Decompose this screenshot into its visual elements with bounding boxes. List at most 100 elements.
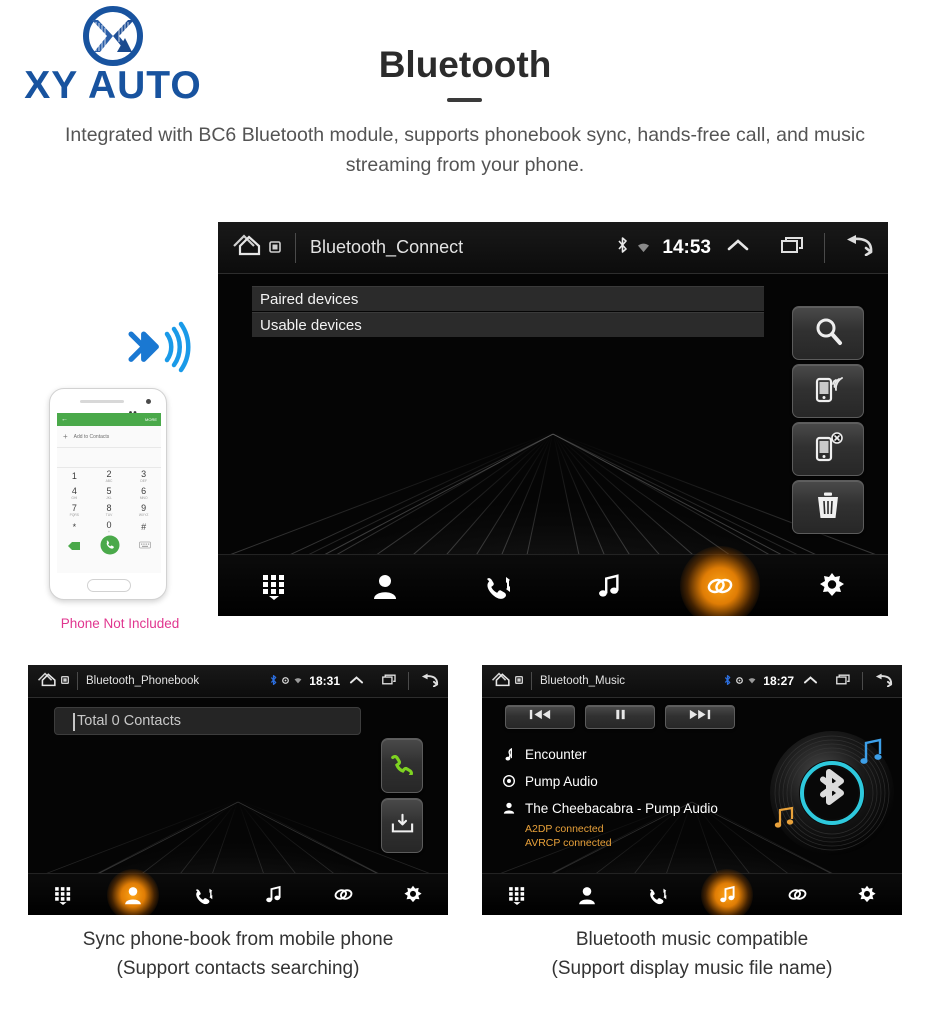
list-item-label: Paired devices <box>260 290 359 308</box>
note-icon <box>503 747 515 761</box>
pause-button[interactable] <box>585 705 655 729</box>
sidebar-item-music[interactable] <box>260 882 286 908</box>
backspace-icon[interactable] <box>67 538 81 556</box>
statusbar-divider <box>295 232 296 263</box>
sidebar-item-settings[interactable] <box>812 566 852 606</box>
track-info: Encounter Pump Audio The Cheebacabra - P… <box>503 743 773 849</box>
dial-key-digit: * <box>72 522 77 532</box>
dial-key[interactable]: 8 TUV <box>92 502 127 519</box>
profile-avrcp: AVRCP connected <box>525 837 612 849</box>
next-track-button[interactable] <box>665 705 735 729</box>
wifi-icon <box>294 675 302 687</box>
dial-key[interactable]: 2 ABC <box>92 468 127 485</box>
phone-connect-icon <box>812 374 844 409</box>
bluetooth-signal-icon <box>121 320 205 386</box>
recents-icon[interactable] <box>836 674 851 688</box>
statusbar-divider-2 <box>824 232 825 263</box>
back-icon[interactable] <box>874 673 893 690</box>
recents-icon[interactable] <box>382 674 397 688</box>
track-artist-row: The Cheebacabra - Pump Audio <box>503 797 773 819</box>
contacts-search-placeholder: Total 0 Contacts <box>77 713 181 729</box>
dial-key[interactable]: * <box>57 519 92 536</box>
phonebook-call-button[interactable] <box>381 738 423 793</box>
chevron-up-icon[interactable] <box>349 675 364 688</box>
sidebar-item-dialpad[interactable] <box>254 566 294 606</box>
back-icon[interactable] <box>420 673 439 690</box>
sidebar-item-dialpad[interactable] <box>504 882 530 908</box>
list-item-paired-devices[interactable]: Paired devices <box>252 286 764 311</box>
download-contacts-button[interactable] <box>381 798 423 853</box>
dial-key[interactable]: # <box>126 519 161 536</box>
dial-key-digit: 8 <box>106 503 112 513</box>
bottom-nav <box>28 873 448 915</box>
dial-key-sub: WXYZ <box>138 513 149 517</box>
transport-controls <box>505 705 735 729</box>
track-title: Encounter <box>525 746 587 762</box>
track-album-row: Pump Audio <box>503 770 773 792</box>
sidebar-item-link[interactable] <box>700 566 740 606</box>
call-button-icon[interactable] <box>100 535 120 560</box>
profile-a2dp: A2DP connected <box>525 823 604 835</box>
dial-key-sub: ABC <box>105 479 113 483</box>
music-caption-line2: (Support display music file name) <box>551 958 833 979</box>
previous-track-button[interactable] <box>505 705 575 729</box>
sidebar-item-call-history[interactable] <box>644 882 670 908</box>
chevron-up-icon[interactable] <box>726 237 750 258</box>
dial-key[interactable]: 3 DEF <box>126 468 161 485</box>
chevron-up-icon[interactable] <box>803 675 818 688</box>
dial-key-digit: 1 <box>71 471 77 481</box>
dial-key-digit: 7 <box>71 503 77 513</box>
home-button[interactable] <box>491 671 523 691</box>
add-to-contacts-row[interactable]: + Add to Contacts <box>57 426 161 448</box>
connect-device-button[interactable] <box>792 364 864 418</box>
dialer-keypad[interactable]: 1 2 ABC 3 DEF 4 GHI 5 JKL 6 MNO 7 PQRS 8 TUV 9W… <box>57 468 161 536</box>
dial-key[interactable]: 5 JKL <box>92 485 127 502</box>
track-title-row: Encounter <box>503 743 773 765</box>
page-subtitle: Integrated with BC6 Bluetooth module, su… <box>65 124 865 176</box>
home-button[interactable] <box>37 671 69 691</box>
brand-name: XY AUTO <box>24 64 202 107</box>
back-arrow-icon[interactable]: ← <box>61 416 68 423</box>
sidebar-item-contacts[interactable] <box>365 566 405 606</box>
sidebar-item-settings[interactable] <box>400 882 426 908</box>
home-icon[interactable] <box>491 671 511 691</box>
disc-icon <box>503 775 515 787</box>
dial-key[interactable]: 0 + <box>92 519 127 536</box>
sidebar-item-dialpad[interactable] <box>50 882 76 908</box>
sidebar-item-link[interactable] <box>784 882 810 908</box>
sidebar-item-music[interactable] <box>589 566 629 606</box>
dial-key-digit: 6 <box>141 486 147 496</box>
sidebar-item-music[interactable] <box>714 882 740 908</box>
contacts-search-input[interactable]: Total 0 Contacts <box>54 707 361 735</box>
keyboard-icon[interactable] <box>139 538 152 556</box>
sidebar-item-contacts[interactable] <box>120 882 146 908</box>
sidebar-item-settings[interactable] <box>854 882 880 908</box>
home-icon[interactable] <box>232 232 262 263</box>
dial-key[interactable]: 9 WXYZ <box>126 502 161 519</box>
statusbar-divider <box>531 672 532 690</box>
dial-key[interactable]: 6 MNO <box>126 485 161 502</box>
track-artist: The Cheebacabra - Pump Audio <box>525 800 718 816</box>
delete-device-button[interactable] <box>792 480 864 534</box>
dial-key-digit: 9 <box>141 503 147 513</box>
recents-icon[interactable] <box>781 236 805 259</box>
sidebar-item-contacts[interactable] <box>574 882 600 908</box>
back-icon[interactable] <box>844 234 874 261</box>
sidebar-item-link[interactable] <box>330 882 356 908</box>
music-caption-line1: Bluetooth music compatible <box>575 929 809 950</box>
dialer-more-label[interactable]: MORE <box>145 417 157 422</box>
disconnect-device-button[interactable] <box>792 422 864 476</box>
dial-key-sub: MNO <box>139 496 148 500</box>
dial-key[interactable]: 1 <box>57 468 92 485</box>
home-icon[interactable] <box>37 671 57 691</box>
sidebar-item-call-history[interactable] <box>190 882 216 908</box>
dial-key[interactable]: 7 PQRS <box>57 502 92 519</box>
bottom-nav <box>482 873 902 915</box>
dial-key[interactable]: 4 GHI <box>57 485 92 502</box>
gps-icon <box>736 675 744 687</box>
search-button[interactable] <box>792 306 864 360</box>
list-item-usable-devices[interactable]: Usable devices <box>252 312 764 337</box>
sidebar-item-call-history[interactable] <box>477 566 517 606</box>
home-button[interactable] <box>232 232 281 263</box>
phonebook-caption: Sync phone-book from mobile phone (Suppo… <box>28 925 448 983</box>
